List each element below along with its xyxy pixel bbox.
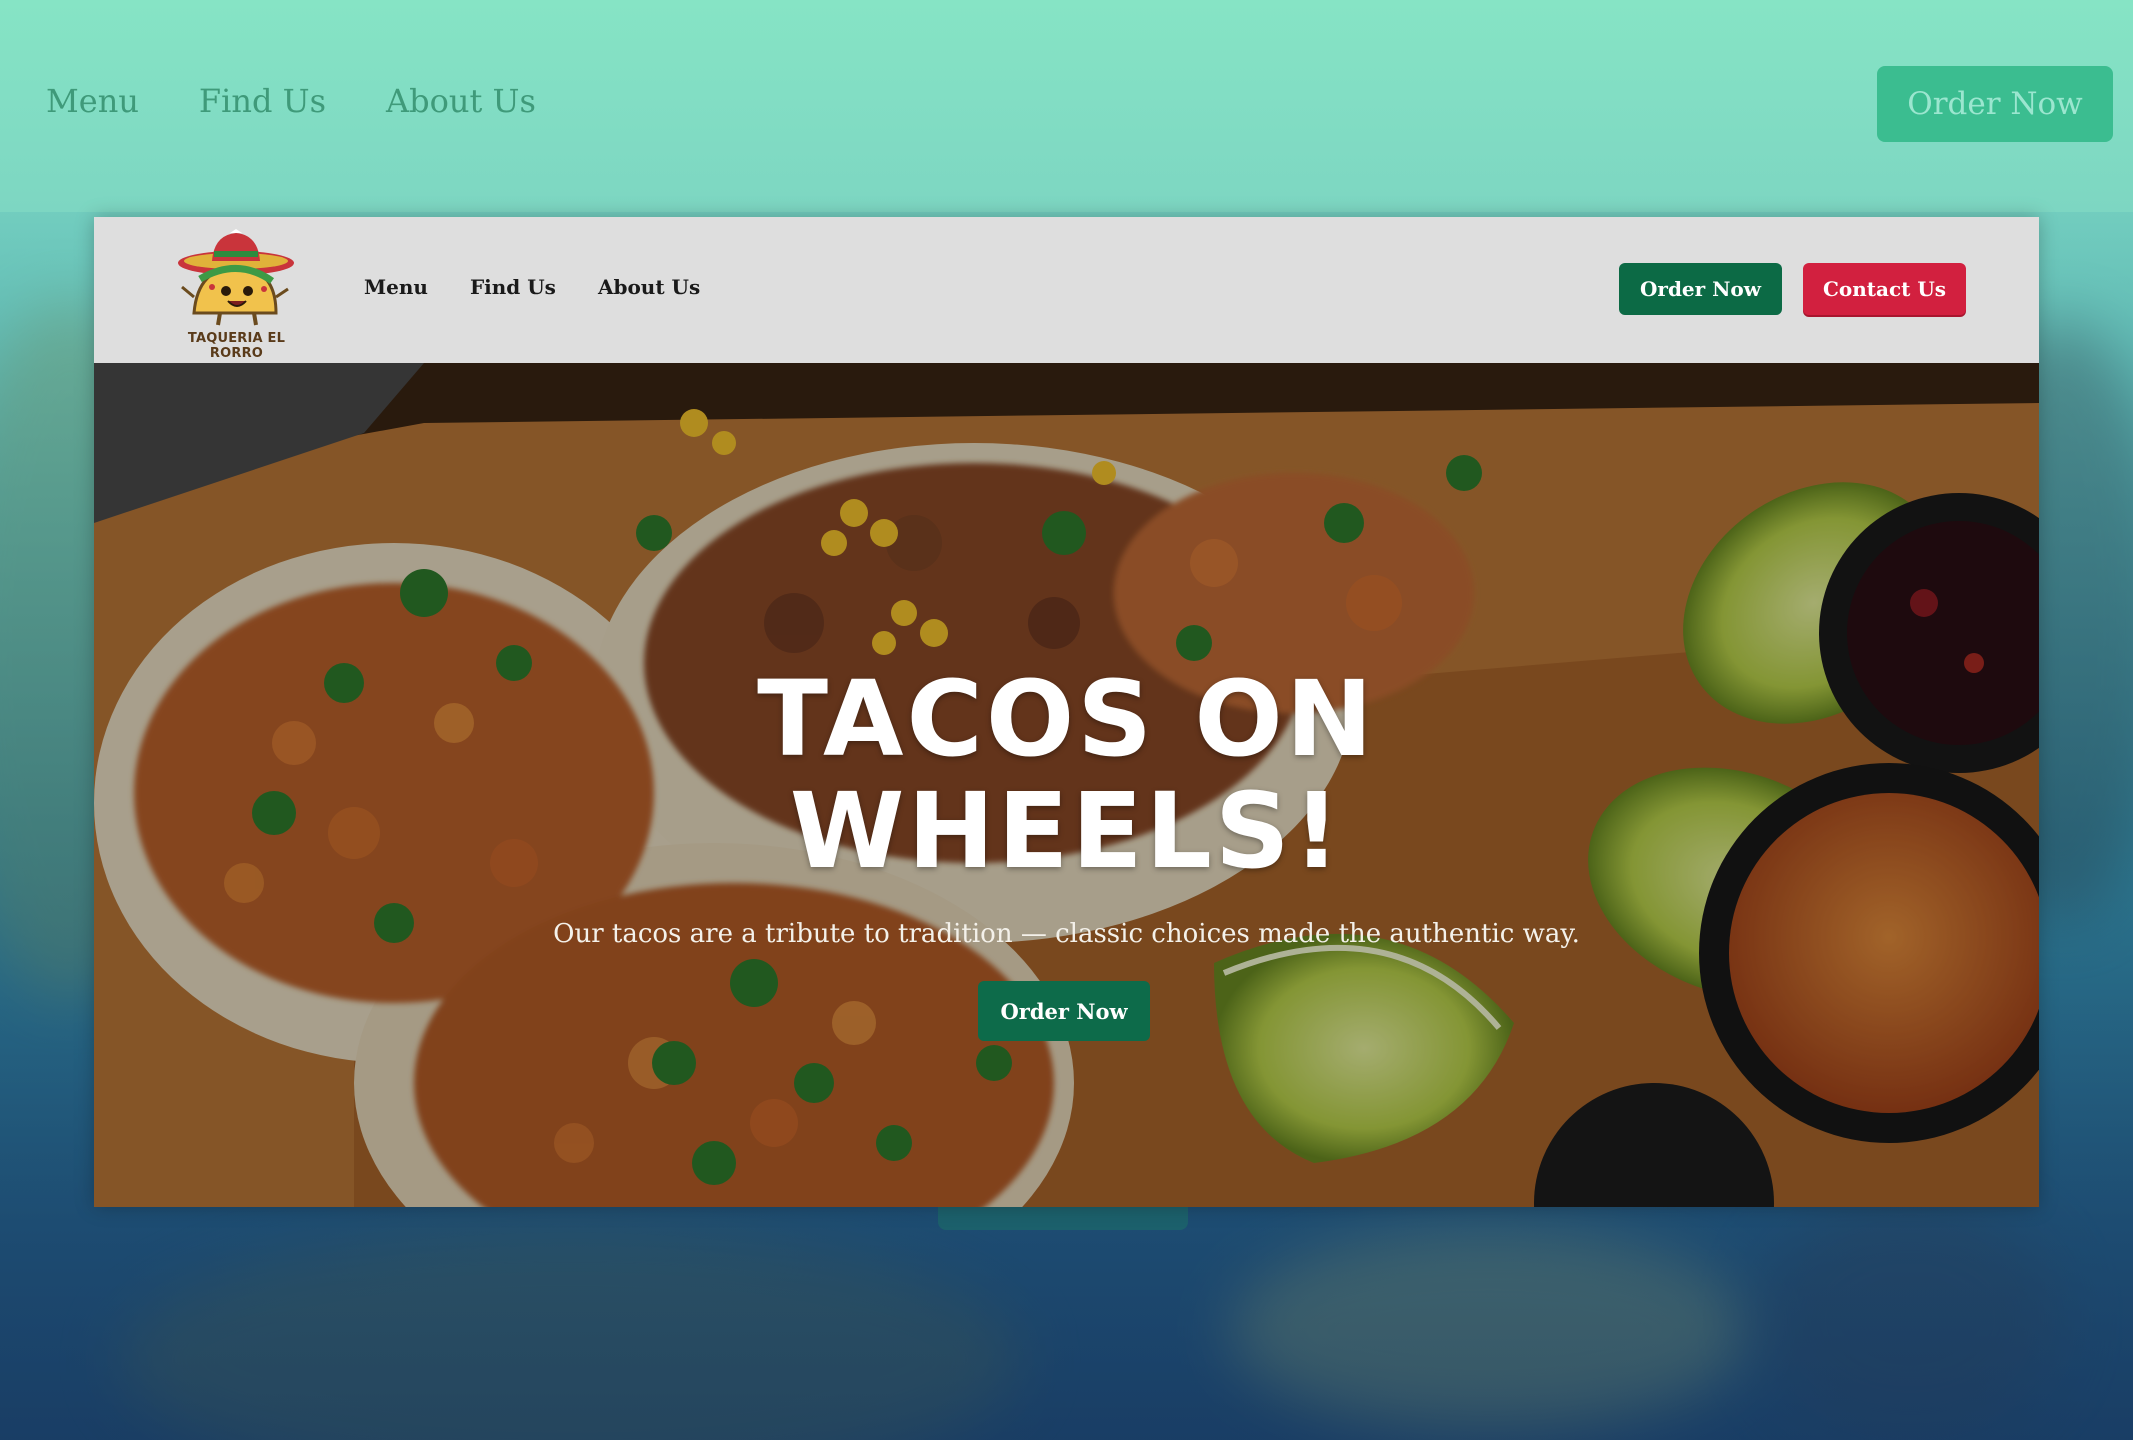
site-preview-frame: TAQUERIA EL RORRO Menu Find Us About Us …: [94, 217, 2039, 1207]
nav-item-find-us[interactable]: Find Us: [470, 275, 556, 299]
site-header: TAQUERIA EL RORRO Menu Find Us About Us …: [94, 217, 2039, 363]
hero-order-now-button[interactable]: Order Now: [978, 981, 1150, 1041]
background-nav-find-us: Find Us: [198, 82, 327, 120]
background-nav-bar: Menu Find Us About Us Order Now: [0, 0, 2133, 212]
hero-title-line-1: TACOS ON: [757, 658, 1376, 780]
nav-item-menu[interactable]: Menu: [364, 275, 428, 299]
background-nav-links: Menu Find Us About Us: [46, 82, 536, 120]
logo[interactable]: TAQUERIA EL RORRO: [164, 227, 309, 361]
taco-mascot-icon: [178, 229, 294, 326]
nav-item-about-us[interactable]: About Us: [598, 275, 700, 299]
logo-wordmark: TAQUERIA EL RORRO: [187, 331, 286, 361]
order-now-button[interactable]: Order Now: [1619, 263, 1782, 315]
hero-title: TACOS ON WHEELS!: [94, 663, 2039, 887]
background-order-button: Order Now: [1877, 66, 2113, 142]
hero-title-line-2: WHEELS!: [789, 770, 1344, 892]
contact-us-button[interactable]: Contact Us: [1803, 263, 1966, 315]
background-nav-about-us: About Us: [386, 82, 536, 120]
hero-section: TACOS ON WHEELS! Our tacos are a tribute…: [94, 363, 2039, 1207]
main-nav: Menu Find Us About Us: [364, 275, 700, 299]
background-nav-menu: Menu: [46, 82, 139, 120]
hero-subtitle: Our tacos are a tribute to tradition — c…: [553, 919, 1580, 949]
